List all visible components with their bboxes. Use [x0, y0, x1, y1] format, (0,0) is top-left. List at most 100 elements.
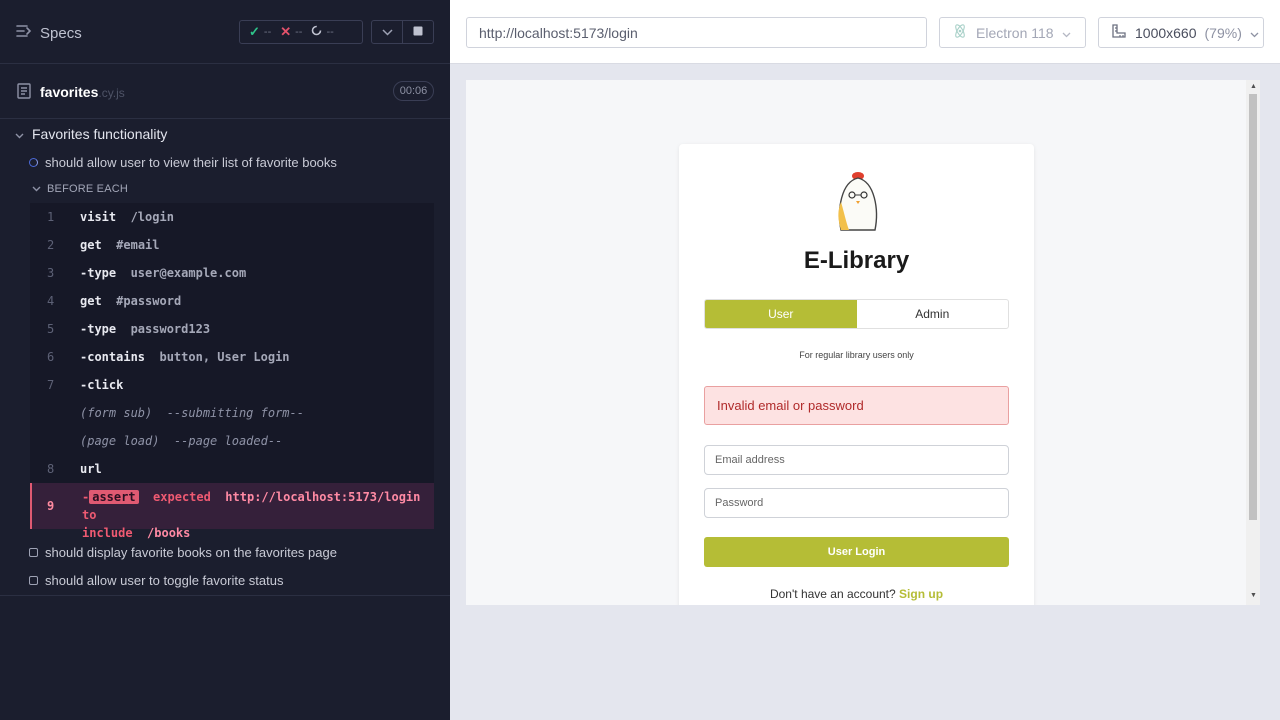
- command-name: get: [80, 294, 102, 308]
- command-name: -contains: [80, 350, 146, 364]
- event-text: (page load) --page loaded--: [80, 434, 282, 448]
- event-row[interactable]: (page load) --page loaded--: [30, 427, 434, 455]
- command-log: 1 visit /login 2 get #email 3 -type user…: [30, 203, 434, 540]
- assert-badge: assert: [89, 490, 139, 504]
- browser-name: Electron 118: [976, 24, 1054, 41]
- signup-link[interactable]: Sign up: [899, 587, 943, 601]
- event-name: (page load): [80, 434, 160, 448]
- command-message: /login: [130, 210, 174, 224]
- chevron-down-icon: [1062, 25, 1071, 41]
- reporter-header: Specs ✓ -- ✕ -- --: [0, 0, 450, 64]
- failed-stat: ✕ --: [271, 24, 302, 40]
- specs-toggle-button[interactable]: Specs: [16, 22, 82, 44]
- command-row[interactable]: 6 -contains button, User Login: [30, 343, 434, 371]
- command-row[interactable]: 3 -type user@example.com: [30, 259, 434, 287]
- pending-stat: --: [302, 25, 334, 39]
- scroll-thumb[interactable]: [1249, 94, 1257, 520]
- command-text: visit /login: [80, 210, 174, 224]
- aut-iframe: E-Library User Admin For regular library…: [466, 80, 1260, 605]
- viewport-info-button[interactable]: 1000x660 (79%): [1098, 17, 1264, 48]
- failed-assertion-text: - assert expected http://localhost:5173/l…: [82, 488, 434, 542]
- chicken-logo: [827, 170, 889, 232]
- reporter-panel: Specs ✓ -- ✕ -- -- favorites.cy.js 00:06…: [0, 0, 450, 720]
- before-each-hook[interactable]: BEFORE EACH: [32, 183, 128, 195]
- command-number: 3: [47, 266, 55, 280]
- assert-target: /books: [147, 526, 191, 540]
- spec-title[interactable]: favorites.cy.js: [40, 84, 125, 100]
- password-field[interactable]: Password: [704, 488, 1009, 518]
- command-name: -click: [80, 378, 124, 392]
- chevron-down-icon: [32, 183, 41, 195]
- command-text: -type password123: [80, 322, 210, 336]
- x-icon: ✕: [280, 24, 292, 39]
- check-icon: ✓: [249, 24, 260, 39]
- chevron-down-icon: [15, 126, 24, 142]
- command-message: button, User Login: [159, 350, 290, 364]
- signup-text: Don't have an account?: [769, 587, 896, 601]
- suite-label: Favorites functionality: [32, 126, 168, 142]
- event-row[interactable]: (form sub) --submitting form--: [30, 399, 434, 427]
- chevron-down-icon: [1250, 25, 1259, 41]
- command-row[interactable]: 5 -type password123: [30, 315, 434, 343]
- url-bar[interactable]: http://localhost:5173/login: [466, 17, 927, 48]
- command-row[interactable]: 4 get #password: [30, 287, 434, 315]
- test-item-pending[interactable]: should allow user to toggle favorite sta…: [29, 573, 283, 588]
- event-message: --page loaded--: [173, 434, 283, 448]
- command-message: #password: [116, 294, 182, 308]
- test-item-running[interactable]: should allow user to view their list of …: [29, 155, 337, 170]
- divider: [0, 595, 450, 596]
- command-text: -contains button, User Login: [80, 350, 290, 364]
- spec-header: favorites.cy.js 00:06: [0, 64, 450, 119]
- viewport-zoom: (79%): [1204, 24, 1242, 41]
- command-number: 5: [47, 322, 55, 336]
- suite-title[interactable]: Favorites functionality: [15, 126, 167, 142]
- command-row[interactable]: 2 get #email: [30, 231, 434, 259]
- command-row[interactable]: 1 visit /login: [30, 203, 434, 231]
- scroll-down-icon[interactable]: ▼: [1250, 592, 1257, 599]
- command-message: password123: [130, 322, 211, 336]
- viewport-size: 1000x660: [1135, 24, 1197, 41]
- auto-scroll-button[interactable]: [371, 20, 403, 44]
- error-alert: Invalid email or password: [704, 386, 1009, 425]
- stop-button[interactable]: [402, 20, 434, 44]
- login-card: E-Library User Admin For regular library…: [679, 144, 1034, 605]
- role-admin-button[interactable]: Admin: [857, 300, 1009, 328]
- spec-duration: 00:06: [393, 81, 434, 101]
- electron-icon: [952, 23, 968, 42]
- email-field[interactable]: Email address: [704, 445, 1009, 475]
- command-name: -type: [80, 266, 117, 280]
- event-message: --submitting form--: [166, 406, 304, 420]
- command-number: 7: [47, 378, 55, 392]
- passed-stat: ✓ --: [240, 24, 271, 40]
- role-user-button[interactable]: User: [705, 300, 857, 328]
- aut-header: http://localhost:5173/login Electron 118…: [450, 0, 1280, 64]
- pending-icon: [311, 25, 322, 39]
- command-row[interactable]: 7 -click: [30, 371, 434, 399]
- spec-name: favorites: [40, 84, 99, 100]
- scroll-up-icon[interactable]: ▲: [1250, 83, 1257, 90]
- specs-list-icon: [16, 24, 32, 42]
- test-item-pending[interactable]: should display favorite books on the fav…: [29, 545, 337, 560]
- command-name: url: [80, 462, 102, 476]
- test-stats: ✓ -- ✕ -- --: [239, 20, 363, 44]
- user-login-button[interactable]: User Login: [704, 537, 1009, 567]
- test-title: should display favorite books on the fav…: [45, 545, 337, 560]
- failed-command-row[interactable]: 9 - assert expected http://localhost:5173…: [30, 483, 434, 540]
- command-text: -type user@example.com: [80, 266, 246, 280]
- command-text: get #password: [80, 294, 181, 308]
- command-message: user@example.com: [130, 266, 247, 280]
- aut-scrollbar[interactable]: ▲ ▼: [1246, 80, 1260, 605]
- test-title: should allow user to toggle favorite sta…: [45, 573, 284, 588]
- event-text: (form sub) --submitting form--: [80, 406, 304, 420]
- hook-label: BEFORE EACH: [47, 183, 129, 195]
- role-description: For regular library users only: [799, 350, 914, 360]
- command-number: 1: [47, 210, 55, 224]
- ruler-icon: [1111, 23, 1127, 42]
- command-number: 2: [47, 238, 55, 252]
- assert-expected: expected: [153, 490, 211, 504]
- command-row[interactable]: 8 url: [30, 455, 434, 483]
- command-number: 6: [47, 350, 55, 364]
- passed-count: --: [263, 26, 272, 38]
- browser-selector[interactable]: Electron 118: [939, 17, 1086, 48]
- app-title: E-Library: [803, 247, 910, 274]
